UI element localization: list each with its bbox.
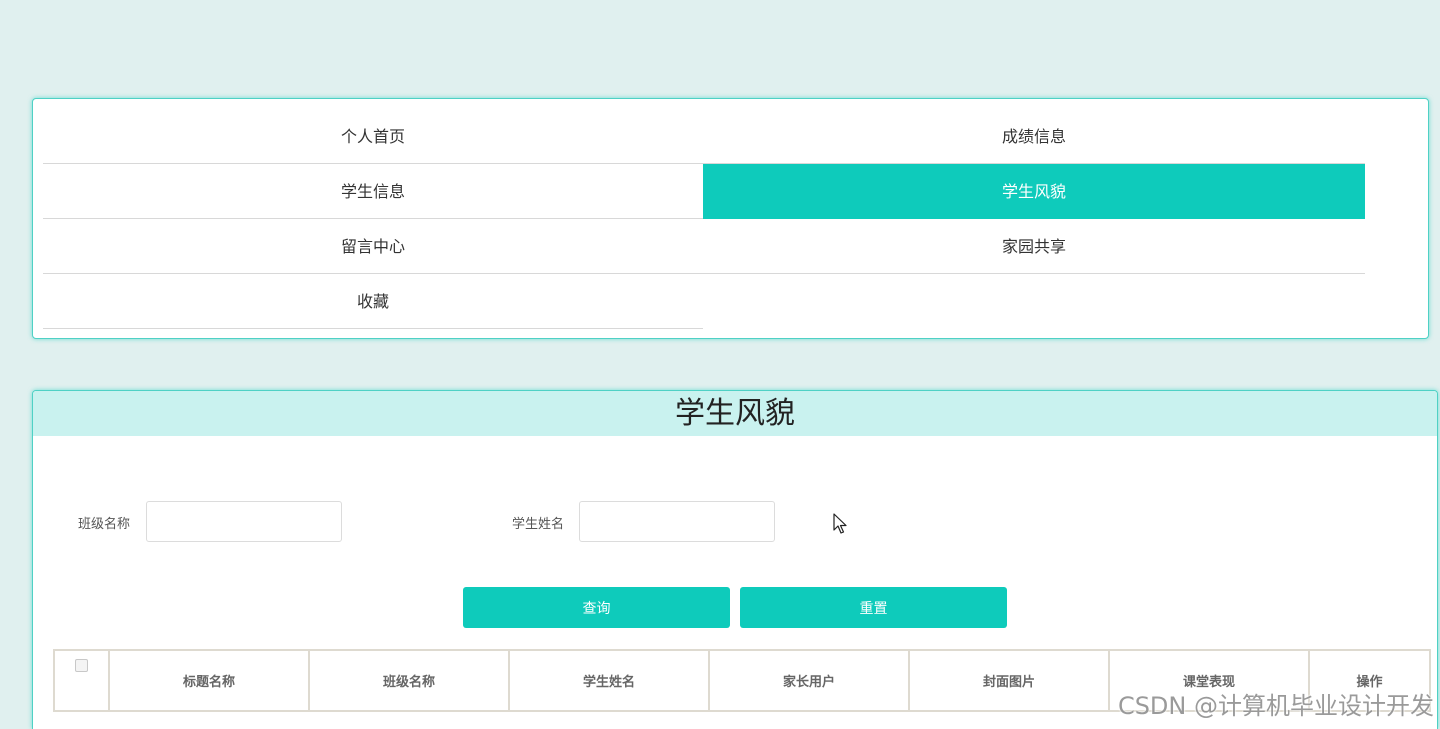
column-header-class-performance: 课堂表现 [1108, 649, 1310, 712]
content-panel: 学生风貌 班级名称 学生姓名 查询 重置 标题名称 班级名称 学生姓名 家长用户… [32, 390, 1438, 729]
select-all-checkbox[interactable] [75, 658, 88, 672]
nav-item-student-info[interactable]: 学生信息 [43, 164, 703, 219]
class-name-label: 班级名称 [78, 517, 131, 532]
query-button[interactable]: 查询 [463, 587, 730, 628]
column-header-cover-image: 封面图片 [908, 649, 1110, 712]
reset-button[interactable]: 重置 [740, 587, 1007, 628]
column-header-title: 标题名称 [108, 649, 310, 712]
mouse-cursor-icon [833, 513, 847, 534]
nav-item-favorites[interactable]: 收藏 [43, 274, 703, 329]
nav-item-home-school-share[interactable]: 家园共享 [703, 219, 1365, 274]
class-name-input[interactable] [146, 501, 342, 542]
data-table: 标题名称 班级名称 学生姓名 家长用户 封面图片 课堂表现 操作 [53, 649, 1431, 712]
nav-item-home[interactable]: 个人首页 [43, 109, 703, 164]
column-header-student-name: 学生姓名 [508, 649, 710, 712]
nav-item-student-style[interactable]: 学生风貌 [703, 164, 1365, 219]
nav-menu: 个人首页 成绩信息 学生信息 学生风貌 留言中心 家园共享 收藏 [43, 109, 1365, 329]
table-header-row: 标题名称 班级名称 学生姓名 家长用户 封面图片 课堂表现 操作 [53, 649, 1431, 712]
select-all-cell [53, 649, 110, 712]
page-title: 学生风貌 [33, 391, 1437, 436]
nav-item-grades[interactable]: 成绩信息 [703, 109, 1365, 164]
nav-panel: 个人首页 成绩信息 学生信息 学生风貌 留言中心 家园共享 收藏 [32, 98, 1429, 339]
student-name-input[interactable] [579, 501, 775, 542]
student-name-label: 学生姓名 [512, 517, 565, 532]
column-header-actions: 操作 [1308, 649, 1431, 712]
nav-item-messages[interactable]: 留言中心 [43, 219, 703, 274]
column-header-parent-user: 家长用户 [708, 649, 910, 712]
column-header-class-name: 班级名称 [308, 649, 510, 712]
